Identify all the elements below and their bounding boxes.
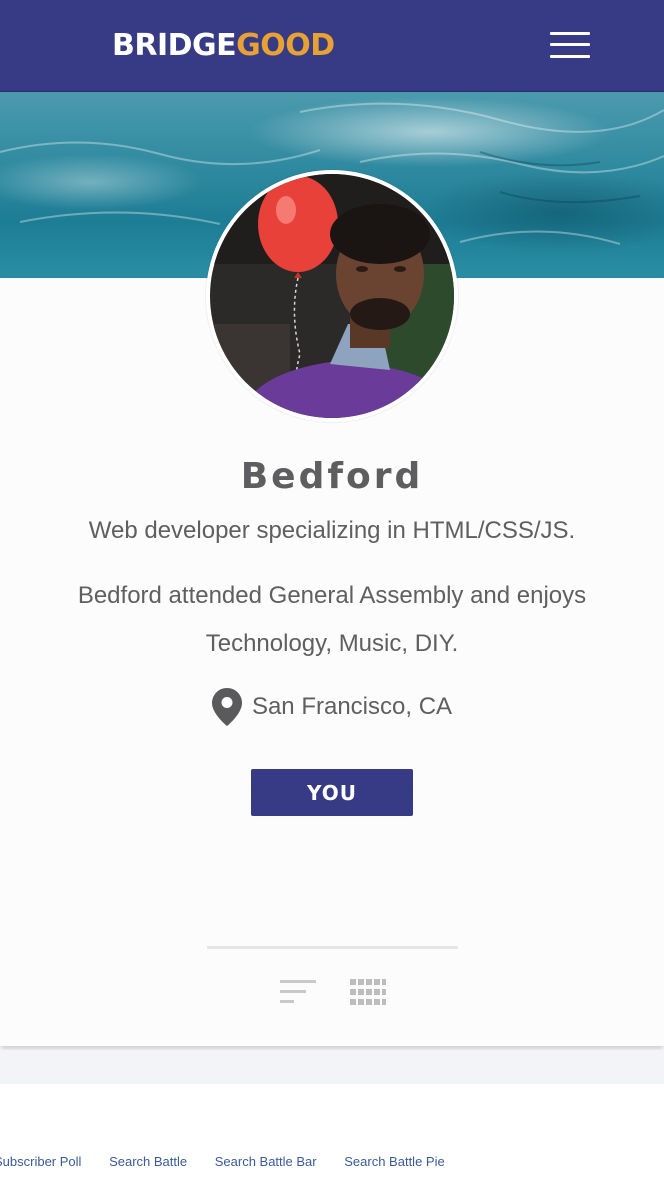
link-search-battle-bar[interactable]: Search Battle Bar bbox=[215, 1154, 317, 1169]
section-divider bbox=[0, 1050, 664, 1084]
logo-text-bridge: BRIDGE bbox=[112, 28, 237, 63]
profile-headline: Web developer specializing in HTML/CSS/J… bbox=[88, 517, 576, 544]
hamburger-menu-icon[interactable] bbox=[548, 30, 592, 60]
profile-name: Bedford bbox=[240, 456, 424, 497]
bottom-links-row: Subscriber Poll Search Battle Search Bat… bbox=[0, 1154, 469, 1174]
bridgegood-logo[interactable]: BRIDGEGOOD bbox=[112, 28, 335, 63]
profile-location: San Francisco, CA bbox=[0, 688, 664, 728]
link-search-battle-pie[interactable]: Search Battle Pie bbox=[344, 1154, 444, 1169]
link-subscriber-poll[interactable]: Subscriber Poll bbox=[0, 1154, 81, 1169]
list-view-icon[interactable] bbox=[280, 980, 316, 1004]
map-pin-icon bbox=[211, 688, 242, 726]
top-navbar: BRIDGEGOOD bbox=[0, 0, 664, 92]
you-button[interactable]: YOU bbox=[251, 769, 413, 816]
profile-avatar bbox=[206, 170, 458, 422]
logo-text-good: GOOD bbox=[236, 28, 335, 63]
link-search-battle[interactable]: Search Battle bbox=[109, 1154, 187, 1169]
grid-view-icon[interactable] bbox=[350, 979, 386, 1005]
tab-indicator-line bbox=[207, 946, 458, 949]
location-text: San Francisco, CA bbox=[251, 693, 453, 720]
profile-bio: Bedford attended General Assembly and en… bbox=[77, 582, 587, 657]
